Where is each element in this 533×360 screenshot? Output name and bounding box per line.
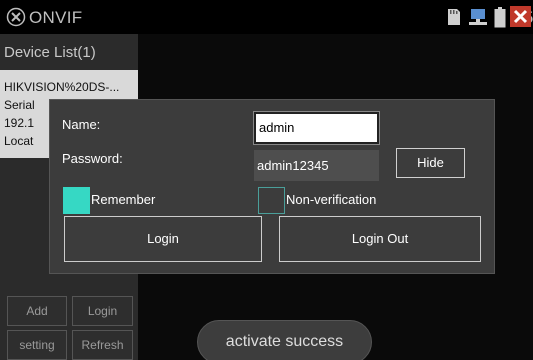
login-dialog: Name: admin Password: admin12345 Hide Re… (49, 99, 495, 274)
network-icon (469, 9, 487, 25)
login-side-button[interactable]: Login (72, 296, 133, 326)
non-verification-label: Non-verification (286, 192, 377, 207)
app-title: ONVIF (29, 8, 83, 27)
sd-card-icon (448, 9, 460, 25)
add-button[interactable]: Add (7, 296, 67, 326)
device-location: Locat (4, 134, 34, 148)
name-label: Name: (62, 117, 101, 132)
device-ip: 192.1 (4, 116, 35, 130)
name-input[interactable]: admin (254, 112, 379, 144)
close-icon[interactable] (510, 6, 531, 27)
login-out-button[interactable]: Login Out (279, 216, 481, 262)
login-button[interactable]: Login (64, 216, 262, 262)
hide-password-button[interactable]: Hide (396, 148, 465, 178)
device-list-title: Device List(1) (4, 44, 96, 61)
refresh-button[interactable]: Refresh (72, 330, 133, 360)
device-serial: Serial (4, 98, 35, 112)
setting-button[interactable]: setting (7, 330, 67, 360)
remember-checkbox[interactable] (63, 187, 90, 214)
status-toast: activate success (197, 320, 372, 360)
status-bar: ONVIF 4:58 PM (0, 0, 533, 34)
password-input[interactable]: admin12345 (254, 150, 379, 181)
device-name: HIKVISION%20DS-... (4, 80, 120, 94)
onvif-app-icon (6, 7, 26, 27)
non-verification-checkbox[interactable] (258, 187, 285, 214)
password-label: Password: (62, 151, 123, 166)
onvif-screen: ONVIF 4:58 PM Device List(1) HIKVISION%2… (0, 0, 533, 360)
remember-label: Remember (91, 192, 156, 207)
